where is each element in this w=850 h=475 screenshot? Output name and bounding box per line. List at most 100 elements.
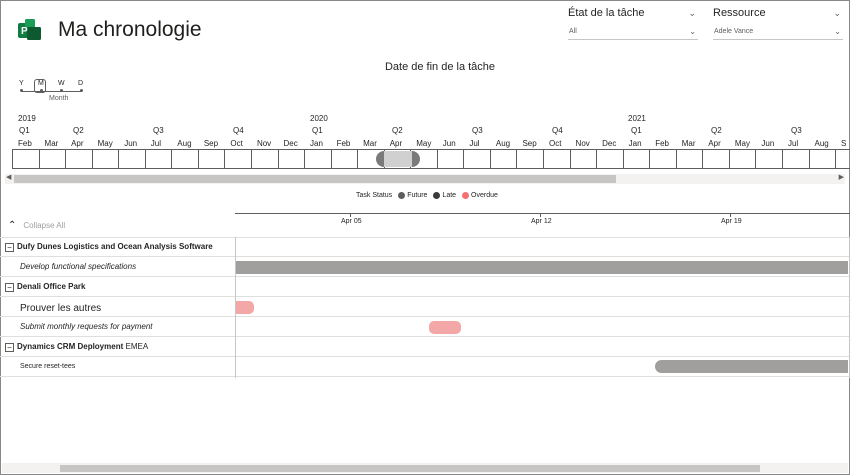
group-row[interactable]: − Denali Office Park xyxy=(0,277,850,297)
nav-month-label: Sep xyxy=(522,139,537,148)
nav-month-cell[interactable] xyxy=(144,150,172,168)
navigator-range-handle[interactable] xyxy=(376,151,420,167)
group-row[interactable]: − Dufy Dunes Logistics and Ocean Analysi… xyxy=(0,237,850,257)
nav-month-label: Dec xyxy=(602,139,617,148)
navigator-scroll-thumb[interactable] xyxy=(14,175,616,183)
nav-month-label: Oct xyxy=(230,139,243,148)
chevron-up-icon[interactable]: ⌃ xyxy=(8,220,16,231)
nav-month-label: Mar xyxy=(44,139,59,148)
group-label-suffix: EMEA xyxy=(125,342,149,351)
navigator-scrollbar[interactable]: ◀ ▶ xyxy=(5,174,845,184)
zoom-day[interactable]: D xyxy=(78,80,83,87)
task-state-slicer[interactable]: État de la tâche ⌄ All ⌄ xyxy=(568,5,698,40)
nav-month-cell[interactable] xyxy=(569,150,597,168)
task-bar-overdue[interactable] xyxy=(429,321,461,334)
nav-month-label: Jun xyxy=(124,139,138,148)
zoom-stop xyxy=(20,89,23,92)
nav-year-label: 2020 xyxy=(310,114,328,123)
nav-month-cell[interactable] xyxy=(728,150,756,168)
legend-dot-overdue xyxy=(462,192,470,199)
nav-month-cell[interactable] xyxy=(118,150,145,168)
nav-quarter-label: Q2 xyxy=(711,126,722,135)
nav-month-cell[interactable] xyxy=(489,150,517,168)
chevron-down-icon[interactable]: ⌄ xyxy=(688,5,696,21)
nav-month-label: Oct xyxy=(549,139,562,148)
nav-month-cell[interactable] xyxy=(12,150,39,168)
task-row[interactable]: Submit monthly requests for payment xyxy=(0,317,850,337)
task-state-slicer-label: État de la tâche xyxy=(568,7,645,19)
nav-month-cell[interactable] xyxy=(516,150,543,168)
scroll-right-icon[interactable]: ▶ xyxy=(839,173,844,181)
task-label: Prouver les autres xyxy=(20,303,102,314)
resource-dropdown[interactable]: Adele Vance ⌄ xyxy=(713,25,843,40)
nav-month-label: Jan xyxy=(310,139,323,148)
nav-month-cell[interactable] xyxy=(197,150,225,168)
nav-quarter-label: Q2 xyxy=(73,126,84,135)
task-bar-overdue[interactable] xyxy=(236,301,254,314)
nav-month-cell[interactable] xyxy=(622,150,650,168)
zoom-level-control[interactable]: Y M W D Month xyxy=(18,79,88,105)
nav-month-cell[interactable] xyxy=(250,150,278,168)
nav-month-label: Aug xyxy=(495,139,511,148)
nav-month-cell[interactable] xyxy=(596,150,623,168)
nav-month-label: Nov xyxy=(575,139,590,148)
nav-quarter-label: Q3 xyxy=(153,126,164,135)
nav-month-label: Nov xyxy=(256,139,272,148)
timeline-navigator[interactable] xyxy=(12,149,850,169)
nav-month-cell[interactable] xyxy=(543,150,570,168)
nav-month-cell[interactable] xyxy=(755,150,782,168)
nav-month-label: Apr xyxy=(71,139,84,148)
task-row[interactable]: Secure reset-tees xyxy=(0,357,850,377)
legend-label-overdue: Overdue xyxy=(471,192,498,199)
chevron-down-icon[interactable]: ⌄ xyxy=(834,25,841,39)
nav-month-label: May xyxy=(97,139,113,148)
chevron-down-icon[interactable]: ⌄ xyxy=(833,5,841,21)
nav-month-cell[interactable] xyxy=(436,150,464,168)
collapse-group-icon[interactable]: − xyxy=(5,243,14,252)
nav-quarter-label: Q1 xyxy=(631,126,642,135)
report-title: Ma chronologie xyxy=(58,18,202,41)
nav-month-cell[interactable] xyxy=(224,150,251,168)
nav-month-label: Feb xyxy=(336,139,351,148)
zoom-month[interactable]: M xyxy=(38,80,44,87)
task-row[interactable]: Prouver les autres xyxy=(0,297,850,317)
nav-month-cell[interactable] xyxy=(835,150,850,168)
legend-dot-future xyxy=(398,192,406,199)
nav-month-cell[interactable] xyxy=(171,150,198,168)
nav-month-cell[interactable] xyxy=(781,150,809,168)
group-label: Dufy Dunes Logistics and Ocean Analysis … xyxy=(17,242,213,251)
chevron-down-icon[interactable]: ⌄ xyxy=(689,25,696,39)
nav-month-cell[interactable] xyxy=(304,150,331,168)
group-row[interactable]: − Dynamics CRM Deployment EMEA xyxy=(0,337,850,357)
nav-month-cell[interactable] xyxy=(330,150,358,168)
nav-month-label: Mar xyxy=(681,139,696,148)
nav-month-cell[interactable] xyxy=(649,150,676,168)
nav-month-label: Feb xyxy=(18,139,32,148)
group-label-wrap: Dynamics CRM Deployment EMEA xyxy=(17,337,148,357)
scroll-left-icon[interactable]: ◀ xyxy=(6,173,11,181)
zoom-year[interactable]: Y xyxy=(19,80,24,87)
task-bar-future[interactable] xyxy=(655,360,848,373)
zoom-stop xyxy=(40,89,43,92)
nav-month-cell[interactable] xyxy=(463,150,490,168)
page-scrollbar[interactable] xyxy=(2,463,848,473)
task-state-dropdown[interactable]: All ⌄ xyxy=(568,25,698,40)
zoom-week[interactable]: W xyxy=(58,80,65,87)
nav-month-cell[interactable] xyxy=(675,150,703,168)
nav-month-cell[interactable] xyxy=(91,150,119,168)
collapse-group-icon[interactable]: − xyxy=(5,283,14,292)
nav-month-cell[interactable] xyxy=(65,150,92,168)
page-scroll-thumb[interactable] xyxy=(60,465,760,472)
nav-month-cell[interactable] xyxy=(38,150,66,168)
resource-value: Adele Vance xyxy=(714,28,754,35)
task-bar-future[interactable] xyxy=(236,261,848,274)
task-row[interactable]: Develop functional specifications xyxy=(0,257,850,277)
resource-slicer[interactable]: Ressource ⌄ Adele Vance ⌄ xyxy=(713,5,843,40)
grid-separator xyxy=(235,237,236,378)
nav-month-cell[interactable] xyxy=(808,150,836,168)
collapse-all-button[interactable]: ⌃ Collapse All xyxy=(8,220,65,231)
nav-month-cell[interactable] xyxy=(702,150,729,168)
nav-month-cell[interactable] xyxy=(277,150,305,168)
collapse-group-icon[interactable]: − xyxy=(5,343,14,352)
svg-text:P: P xyxy=(21,26,28,37)
